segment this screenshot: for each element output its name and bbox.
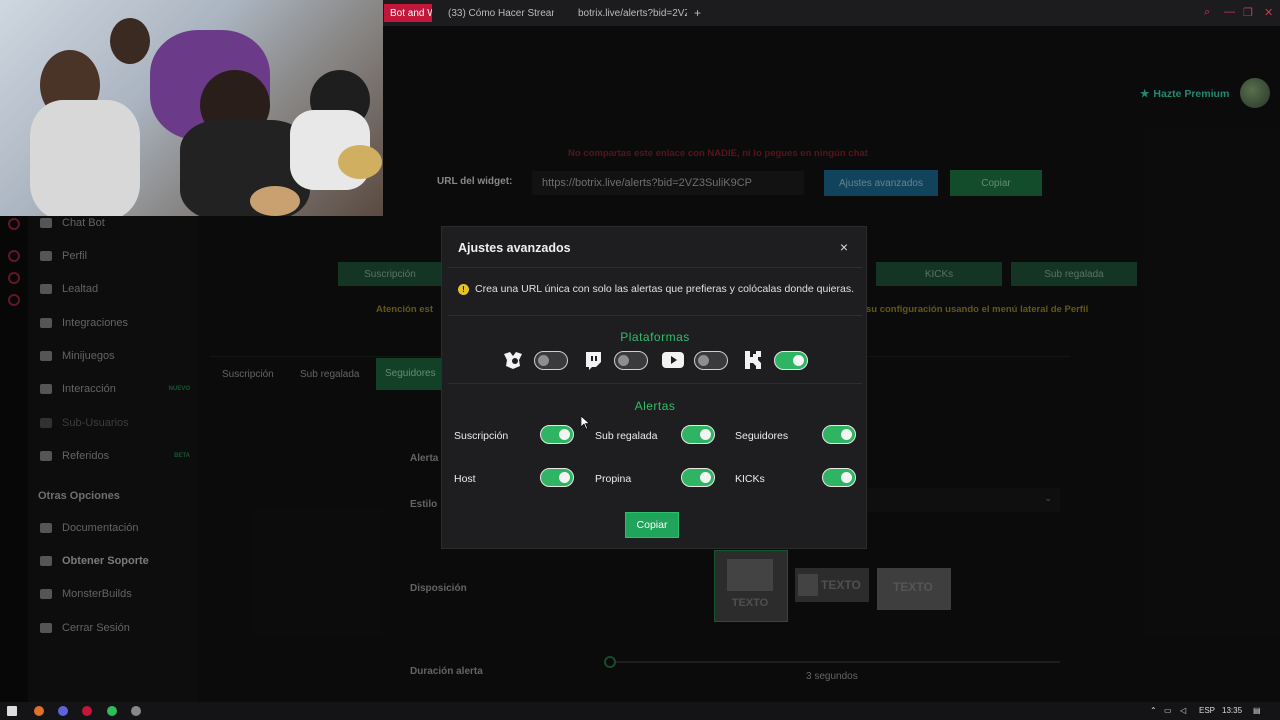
clock[interactable]: 13:35 bbox=[1222, 706, 1242, 715]
spotify-taskbar-icon[interactable] bbox=[107, 706, 117, 716]
modal-info: ! Crea una URL única con solo las alerta… bbox=[458, 283, 854, 295]
twitch-toggle[interactable] bbox=[614, 351, 648, 370]
browser-tab-youtube[interactable]: (33) Cómo Hacer Stream bbox=[442, 4, 554, 22]
browser-taskbar-icon[interactable] bbox=[34, 706, 44, 716]
tab-label: (33) Cómo Hacer Stream bbox=[448, 7, 554, 19]
new-tab-button[interactable]: + bbox=[694, 4, 706, 22]
alert-label-host: Host bbox=[454, 473, 476, 485]
twitch-icon bbox=[582, 350, 604, 370]
modal-divider bbox=[448, 383, 862, 384]
tab-label: botrix.live/alerts?bid=2VZ bbox=[578, 7, 687, 19]
alert-label-sub-regalada: Sub regalada bbox=[595, 430, 658, 442]
windows-start-icon[interactable] bbox=[7, 706, 17, 716]
taskbar: ⌃ ▭ ◁ ESP 13:35 ▤ bbox=[0, 702, 1280, 720]
notifications-icon[interactable]: ▤ bbox=[1253, 706, 1261, 715]
tray-chevron-icon[interactable]: ⌃ bbox=[1150, 706, 1157, 715]
opera-taskbar-icon[interactable] bbox=[82, 706, 92, 716]
info-text: Crea una URL única con solo las alertas … bbox=[475, 283, 854, 295]
tab-label: Bot and Wi bbox=[390, 7, 432, 19]
info-icon: ! bbox=[458, 283, 469, 295]
kick-icon bbox=[742, 350, 764, 370]
botrix-toggle[interactable] bbox=[534, 351, 568, 370]
mouse-cursor bbox=[580, 415, 591, 435]
modal-title: Ajustes avanzados bbox=[458, 241, 571, 255]
search-icon[interactable]: ⌕ bbox=[1204, 6, 1210, 19]
host-toggle[interactable] bbox=[540, 468, 574, 487]
language-indicator[interactable]: ESP bbox=[1199, 706, 1215, 715]
restore-icon[interactable]: ❐ bbox=[1243, 6, 1253, 19]
propina-toggle[interactable] bbox=[681, 468, 715, 487]
advanced-settings-modal: Ajustes avanzados × ! Crea una URL única… bbox=[441, 226, 867, 549]
seguidores-toggle[interactable] bbox=[822, 425, 856, 444]
browser-tab-botrix[interactable]: Bot and Wi bbox=[384, 4, 432, 22]
obs-taskbar-icon[interactable] bbox=[131, 706, 141, 716]
modal-divider bbox=[448, 315, 862, 316]
youtube-icon bbox=[660, 350, 686, 370]
botrix-icon bbox=[502, 350, 524, 370]
copy-button[interactable]: Copiar bbox=[625, 512, 679, 538]
close-window-icon[interactable]: ✕ bbox=[1264, 6, 1273, 19]
alert-label-seguidores: Seguidores bbox=[735, 430, 789, 442]
network-icon[interactable]: ▭ bbox=[1164, 706, 1172, 715]
alert-label-propina: Propina bbox=[595, 473, 632, 485]
volume-icon[interactable]: ◁ bbox=[1180, 706, 1186, 715]
modal-divider bbox=[448, 267, 862, 268]
webcam-feed bbox=[0, 0, 383, 216]
browser-tab-alerts[interactable]: botrix.live/alerts?bid=2VZ bbox=[572, 4, 687, 22]
platforms-title: Plataformas bbox=[620, 330, 690, 344]
kicks-toggle[interactable] bbox=[822, 468, 856, 487]
suscripcion-toggle[interactable] bbox=[540, 425, 574, 444]
sub-regalada-toggle[interactable] bbox=[681, 425, 715, 444]
minimize-icon[interactable]: — bbox=[1224, 6, 1235, 18]
youtube-toggle[interactable] bbox=[694, 351, 728, 370]
alert-label-kicks: KICKs bbox=[735, 473, 765, 485]
alert-label-suscripcion: Suscripción bbox=[454, 430, 509, 442]
alerts-title: Alertas bbox=[634, 399, 676, 413]
close-icon[interactable]: × bbox=[840, 239, 848, 255]
kick-toggle[interactable] bbox=[774, 351, 808, 370]
discord-taskbar-icon[interactable] bbox=[58, 706, 68, 716]
